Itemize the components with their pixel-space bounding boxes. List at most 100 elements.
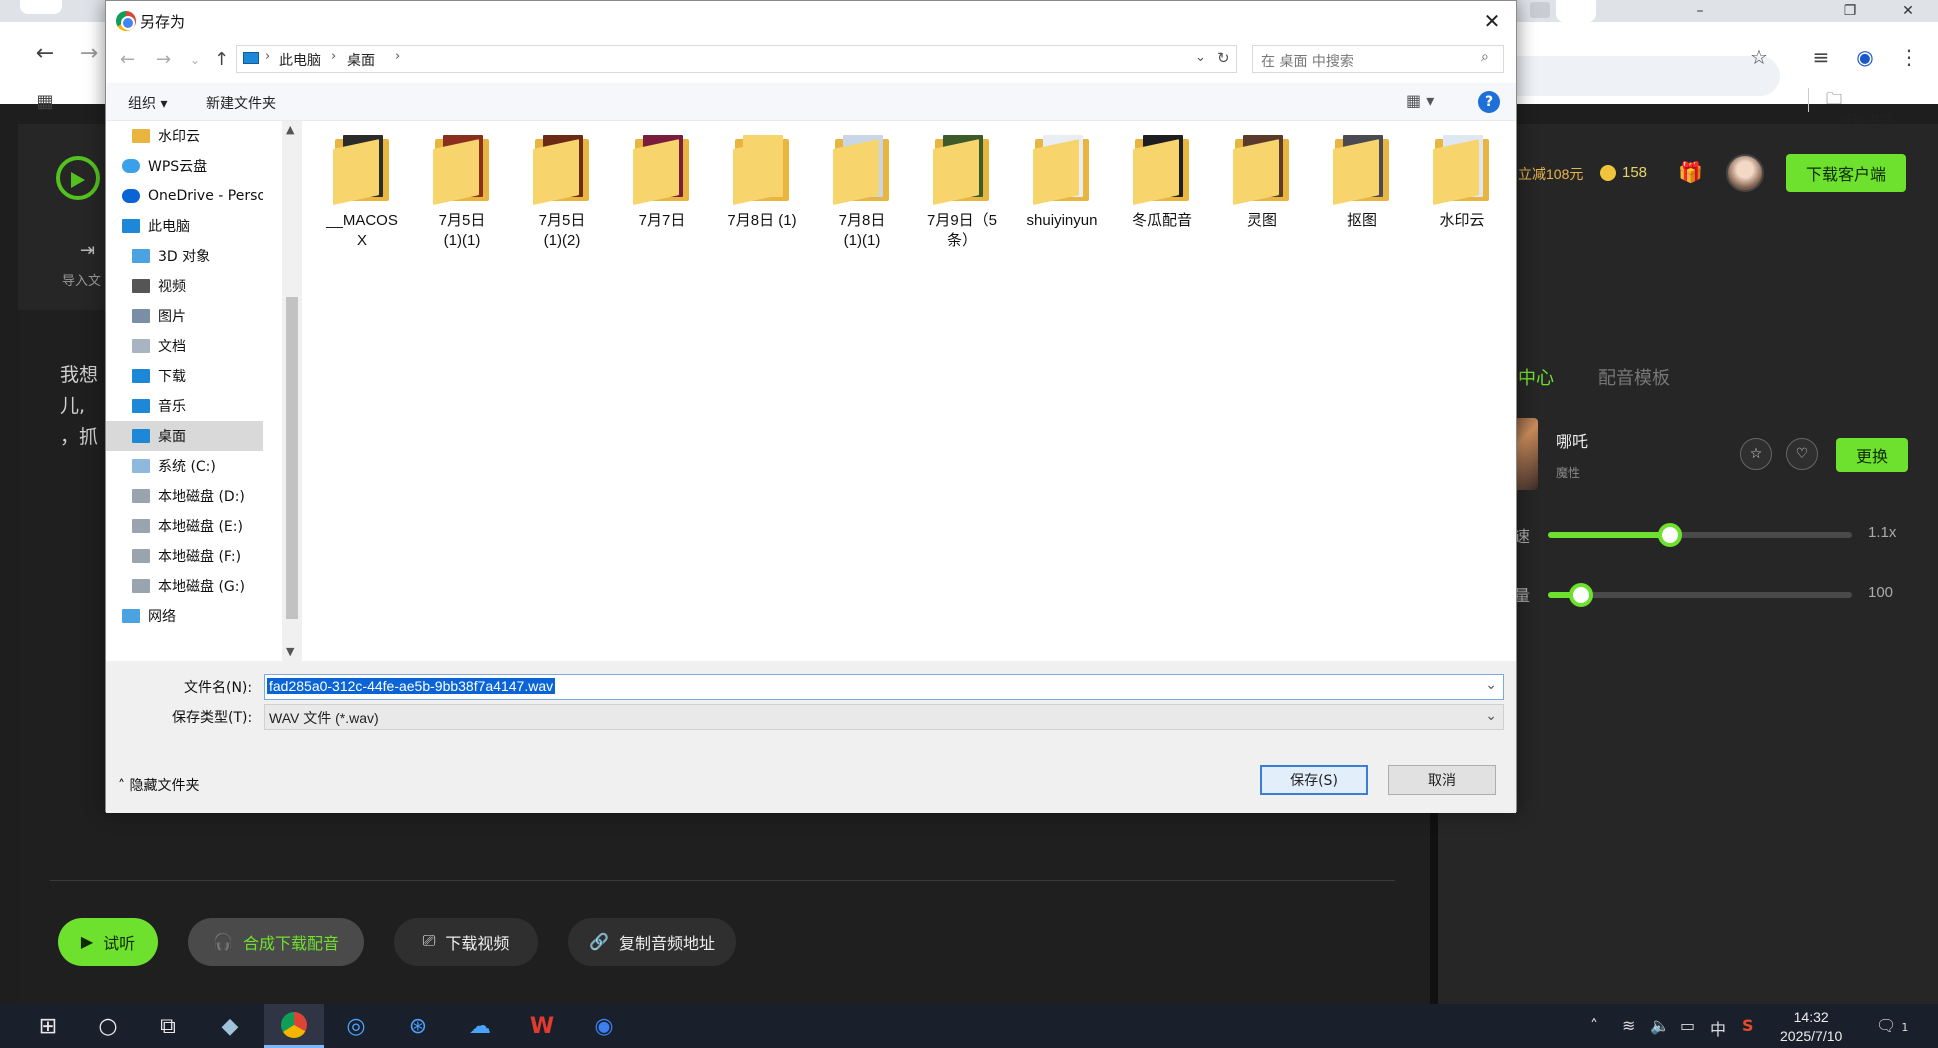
folder-item[interactable]: 冬瓜配音 — [1114, 135, 1210, 231]
search-icon[interactable]: ○ — [78, 1004, 138, 1048]
apps-grid-icon[interactable]: ▦ — [28, 84, 62, 118]
breadcrumb-this-pc[interactable]: 此电脑 — [279, 50, 321, 70]
chrome-taskbar-icon[interactable] — [264, 1004, 324, 1048]
dialog-close-icon[interactable]: ✕ — [1472, 3, 1512, 39]
folder-item[interactable]: 7月8日 (1)(1) — [814, 135, 910, 251]
view-options-icon[interactable]: ▦ ▾ — [1406, 91, 1434, 110]
profile-icon[interactable]: ◉ — [1850, 42, 1880, 72]
cancel-button[interactable]: 取消 — [1388, 765, 1496, 795]
navigation-scrollbar[interactable]: ▲ ▼ — [282, 121, 302, 661]
tree-item[interactable]: 桌面 — [106, 421, 263, 451]
speed-slider-thumb[interactable] — [1657, 523, 1682, 547]
filetype-select[interactable]: WAV 文件 (*.wav) ⌄ — [264, 704, 1504, 730]
system-clock[interactable]: 14:32 2025/7/10 — [1780, 1008, 1842, 1046]
tree-item[interactable]: WPS云盘 — [106, 151, 263, 181]
folder-item[interactable]: 7月5日 (1)(1) — [414, 135, 510, 251]
qq-browser-icon[interactable]: ◎ — [326, 1004, 386, 1048]
filename-input[interactable]: fad285a0-312c-44fe-ae5b-9bb38f7a4147.wav… — [264, 674, 1504, 700]
folder-item[interactable]: shuiyinyun — [1014, 135, 1110, 231]
tree-item[interactable]: 水印云 — [106, 121, 263, 151]
browser-tab[interactable] — [20, 0, 62, 14]
speed-slider[interactable] — [1548, 523, 1852, 547]
tree-item[interactable]: 图片 — [106, 301, 263, 331]
scroll-down-icon[interactable]: ▼ — [286, 645, 294, 658]
tree-item[interactable]: OneDrive - Perso — [106, 181, 263, 211]
forward-icon[interactable]: → — [156, 49, 171, 70]
tree-item[interactable]: 本地磁盘 (F:) — [106, 541, 263, 571]
like-heart-icon[interactable]: ♡ — [1786, 438, 1818, 470]
folder-item[interactable]: 灵图 — [1214, 135, 1310, 231]
tab-voice-templates[interactable]: 配音模板 — [1598, 364, 1670, 390]
hide-folders-toggle[interactable]: ˄ 隐藏文件夹 — [118, 775, 199, 795]
organize-menu[interactable]: 组织 ▾ — [128, 93, 167, 113]
folder-item[interactable]: 水印云 — [1414, 135, 1510, 231]
battery-icon[interactable]: ▭ — [1680, 1016, 1695, 1035]
tree-item[interactable]: 3D 对象 — [106, 241, 263, 271]
tree-item[interactable]: 本地磁盘 (G:) — [106, 571, 263, 601]
browser-tab-active[interactable] — [1556, 0, 1596, 22]
ime-indicator[interactable]: 中 — [1710, 1016, 1726, 1040]
breadcrumb-desktop[interactable]: 桌面 — [347, 50, 375, 70]
back-icon[interactable]: ← — [120, 49, 135, 70]
download-video-button[interactable]: ⎚ 下载视频 — [394, 918, 538, 966]
window-close-icon[interactable]: ✕ — [1888, 0, 1928, 22]
tree-item[interactable]: 此电脑 — [106, 211, 263, 241]
chevron-down-icon[interactable]: ⌄ — [1485, 677, 1497, 693]
folder-item[interactable]: 7月9日（5 条） — [914, 135, 1010, 251]
up-folder-icon[interactable]: ↑ — [214, 49, 229, 70]
omnibox[interactable] — [1500, 56, 1780, 96]
new-folder-button[interactable]: 新建文件夹 — [206, 93, 276, 113]
windows-start-icon[interactable]: ⊞ — [18, 1004, 78, 1048]
favorite-star-icon[interactable]: ☆ — [1740, 438, 1772, 470]
download-client-button[interactable]: 下载客户端 — [1786, 154, 1906, 192]
tab-search-icon[interactable]: ≡ — [1806, 42, 1836, 72]
tree-item[interactable]: 视频 — [106, 271, 263, 301]
search-input[interactable]: 在 桌面 中搜索 ⌕ — [1252, 45, 1504, 73]
forward-icon[interactable]: → — [72, 36, 106, 70]
refresh-icon[interactable]: ↻ — [1217, 49, 1230, 67]
wps-icon[interactable]: W — [512, 1004, 572, 1048]
copy-audio-url-button[interactable]: 🔗 复制音频地址 — [568, 918, 736, 966]
tree-item[interactable]: 文档 — [106, 331, 263, 361]
notes-app-icon[interactable]: ◆ — [200, 1004, 260, 1048]
address-bar[interactable]: › 此电脑 › 桌面 › ⌄ ↻ — [236, 45, 1237, 73]
folder-item[interactable]: 7月8日 (1) — [714, 135, 810, 231]
promo-text[interactable]: 立减108元 — [1518, 164, 1583, 184]
volume-slider[interactable] — [1548, 583, 1852, 607]
scrollbar-thumb[interactable] — [286, 297, 298, 619]
script-editor[interactable]: 我想 儿, ，抓 — [60, 360, 98, 453]
folder-item[interactable]: 抠图 — [1314, 135, 1410, 231]
tray-expand-icon[interactable]: ˄ — [1590, 1016, 1598, 1035]
save-button[interactable]: 保存(S) — [1260, 765, 1368, 795]
recorder-app-icon[interactable]: ◉ — [574, 1004, 634, 1048]
folder-item[interactable]: 7月5日 (1)(2) — [514, 135, 610, 251]
recent-locations-icon[interactable]: ⌄ — [190, 53, 200, 67]
switch-voice-button[interactable]: 更换 — [1836, 438, 1908, 472]
bookmark-star-icon[interactable]: ☆ — [1744, 42, 1774, 72]
tab-favicon[interactable] — [1530, 2, 1550, 18]
sogou-ime-icon[interactable]: S — [1742, 1016, 1754, 1035]
tree-item[interactable]: 本地磁盘 (D:) — [106, 481, 263, 511]
minimize-icon[interactable]: – — [1680, 0, 1720, 22]
synth-download-button[interactable]: 🎧 合成下载配音 — [188, 918, 364, 966]
listen-button[interactable]: ▶ 试听 — [58, 918, 158, 966]
restore-icon[interactable]: ❐ — [1830, 0, 1870, 22]
menu-kebab-icon[interactable]: ⋮ — [1894, 42, 1924, 72]
chevron-down-icon[interactable]: ⌄ — [1485, 707, 1497, 724]
back-icon[interactable]: ← — [28, 36, 62, 70]
volume-icon[interactable]: 🔈 — [1650, 1016, 1670, 1035]
tree-item[interactable]: 系统 (C:) — [106, 451, 263, 481]
import-label[interactable]: 导入文 — [62, 270, 101, 289]
app-logo-icon[interactable] — [56, 156, 100, 200]
avatar[interactable] — [1726, 154, 1764, 192]
tree-item[interactable]: 音乐 — [106, 391, 263, 421]
help-icon[interactable]: ? — [1478, 91, 1500, 113]
folder-item[interactable]: __MACOS X — [314, 135, 410, 251]
tab-center[interactable]: 中心 — [1518, 364, 1554, 390]
gift-icon[interactable]: 🎁 — [1678, 160, 1703, 184]
task-view-icon[interactable]: ⧉ — [138, 1004, 198, 1048]
notifications-icon[interactable]: 🗨 1 — [1876, 1016, 1908, 1035]
coin-balance[interactable]: 158 — [1600, 164, 1647, 181]
scroll-up-icon[interactable]: ▲ — [286, 123, 294, 136]
address-dropdown-icon[interactable]: ⌄ — [1195, 50, 1206, 65]
